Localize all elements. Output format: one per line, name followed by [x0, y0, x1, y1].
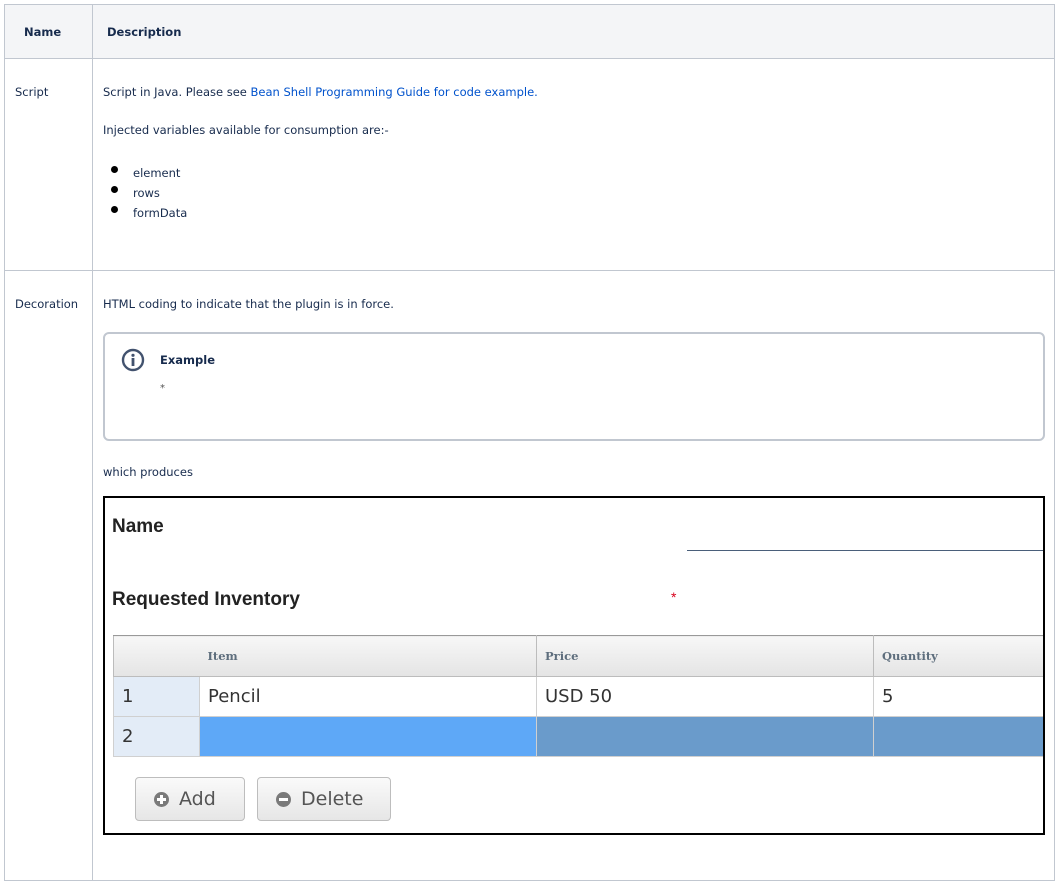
variables-list: element rows formData — [103, 163, 1044, 223]
form-preview: Name Requested Inventory * Item Price Qu… — [103, 496, 1045, 835]
cell-quantity[interactable] — [873, 716, 1043, 757]
cell-item[interactable] — [199, 716, 537, 757]
add-button-label: Add — [179, 788, 216, 810]
script-text: Script in Java. Please see — [103, 85, 251, 99]
minus-circle-icon — [276, 791, 291, 807]
list-item: element — [111, 163, 1044, 183]
row-description: Script in Java. Please see Bean Shell Pr… — [92, 58, 1055, 271]
list-item: formData — [111, 203, 1044, 223]
cell-quantity[interactable]: 5 — [873, 676, 1043, 717]
info-panel-title: Example — [160, 353, 215, 367]
table-row-decoration: Decoration HTML coding to indicate that … — [4, 270, 1055, 881]
variable-name: element — [133, 166, 181, 180]
table-row[interactable]: 1 Pencil USD 50 5 — [113, 676, 1043, 717]
row-number: 2 — [113, 716, 200, 757]
script-description: Script in Java. Please see Bean Shell Pr… — [103, 85, 1044, 99]
variable-name: rows — [133, 186, 160, 200]
required-marker: * — [671, 589, 677, 605]
row-number: 1 — [113, 676, 200, 717]
grid-header-quantity: Quantity — [873, 635, 1043, 677]
cell-item[interactable]: Pencil — [199, 676, 537, 717]
plus-circle-icon — [154, 791, 169, 807]
header-row: Name Description — [4, 4, 1055, 59]
list-item: rows — [111, 183, 1044, 203]
delete-button[interactable]: Delete — [257, 777, 391, 821]
inventory-grid: Item Price Quantity 1 Pencil USD 50 5 2 — [113, 635, 1043, 757]
form-name-label: Name — [112, 516, 164, 537]
info-panel: Example * — [103, 332, 1045, 441]
delete-button-label: Delete — [301, 788, 364, 810]
row-description: HTML coding to indicate that the plugin … — [92, 270, 1055, 881]
row-name: Script — [4, 58, 93, 271]
grid-header-item: Item — [199, 635, 537, 677]
info-icon — [121, 348, 145, 372]
decoration-description: HTML coding to indicate that the plugin … — [103, 297, 394, 311]
cell-price[interactable] — [536, 716, 874, 757]
produces-text: which produces — [103, 465, 193, 479]
grid-header-number — [113, 635, 200, 677]
header-name: Name — [4, 4, 93, 59]
bullet-icon — [111, 166, 118, 173]
bullet-icon — [111, 206, 118, 213]
requested-inventory-label: Requested Inventory — [112, 589, 300, 610]
bean-shell-guide-link[interactable]: Bean Shell Programming Guide for code ex… — [251, 85, 538, 99]
table-row-script: Script Script in Java. Please see Bean S… — [4, 58, 1055, 271]
cell-price[interactable]: USD 50 — [536, 676, 874, 717]
row-name: Decoration — [4, 270, 93, 881]
injected-variables-text: Injected variables available for consump… — [103, 123, 389, 137]
add-button[interactable]: Add — [135, 777, 245, 821]
header-description: Description — [92, 4, 1055, 59]
bullet-icon — [111, 186, 118, 193]
grid-header-row: Item Price Quantity — [113, 635, 1043, 677]
form-name-input-line[interactable] — [687, 550, 1043, 551]
info-panel-body: * — [160, 383, 165, 394]
grid-header-price: Price — [536, 635, 874, 677]
table-row-selected[interactable]: 2 — [113, 716, 1043, 757]
documentation-table: Name Description Script Script in Java. … — [4, 4, 1055, 881]
variable-name: formData — [133, 206, 188, 220]
